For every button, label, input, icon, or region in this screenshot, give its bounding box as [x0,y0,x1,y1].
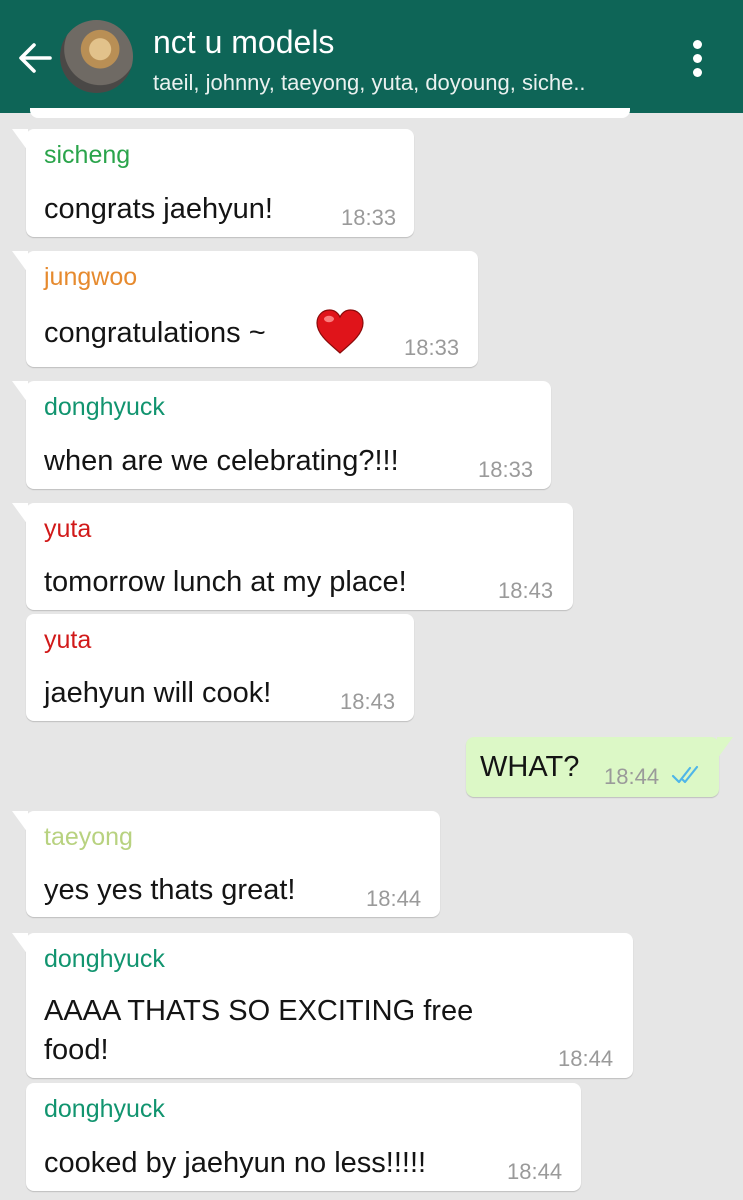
message-text: when are we celebrating?!!! [44,445,399,477]
message-text: AAAA THATS SO EXCITING free [44,995,474,1027]
message-text: WHAT? [480,751,580,783]
message-bubble[interactable]: donghyuck when are we celebrating?!!! 18… [12,381,551,489]
more-options-button[interactable] [682,36,714,80]
message-text: yes yes thats great! [44,874,296,906]
more-vert-dot [693,68,702,77]
message-time: 18:43 [498,578,554,603]
chat-title[interactable]: nct u models [153,24,334,61]
heart-icon [316,309,364,354]
message-bubble[interactable]: taeyong yes yes thats great! 18:44 [12,811,440,917]
message-time: 18:44 [507,1159,563,1184]
message-time: 18:33 [341,205,397,230]
back-button[interactable] [14,36,58,80]
message-time: 18:44 [558,1046,614,1071]
double-check-icon [671,765,699,784]
message-time: 18:33 [404,335,460,360]
message-bubble[interactable]: sicheng congrats jaehyun! 18:33 [12,129,414,237]
back-arrow-icon [19,43,52,73]
message-text-line2: food! [44,1034,109,1066]
message-bubble[interactable]: donghyuck cooked by jaehyun no less!!!!!… [26,1083,581,1191]
message-time: 18:33 [478,457,534,482]
sender-name: taeyong [44,823,133,851]
sender-name: jungwoo [44,263,138,291]
message-bubble[interactable]: donghyuck AAAA THATS SO EXCITING free fo… [12,933,633,1078]
group-avatar[interactable] [60,20,133,93]
sender-name: donghyuck [44,1095,165,1123]
sender-name: yuta [44,626,92,654]
sender-name: donghyuck [44,945,165,973]
message-text: cooked by jaehyun no less!!!!! [44,1147,427,1179]
sender-name: donghyuck [44,393,165,421]
sender-name: yuta [44,515,92,543]
chat-members[interactable]: taeil, johnny, taeyong, yuta, doyoung, s… [153,70,586,96]
message-text: congrats jaehyun! [44,193,273,225]
previous-message-edge [30,108,630,118]
outgoing-message-bubble[interactable]: WHAT? 18:44 [466,737,733,797]
message-time: 18:44 [604,764,660,789]
message-text: jaehyun will cook! [44,677,272,709]
message-text: tomorrow lunch at my place! [44,566,407,598]
message-text: congratulations ~ [44,317,266,349]
message-time: 18:43 [340,689,396,714]
sender-name: sicheng [44,141,131,169]
chat-header: nct u models taeil, johnny, taeyong, yut… [0,0,743,113]
message-time: 18:44 [366,886,422,911]
message-bubble[interactable]: jungwoo congratulations ~ 18:33 [12,251,478,367]
more-vert-dot [693,54,702,63]
more-vert-icon [693,40,702,49]
message-bubble[interactable]: yuta jaehyun will cook! 18:43 [26,614,414,721]
message-bubble[interactable]: yuta tomorrow lunch at my place! 18:43 [12,503,573,610]
